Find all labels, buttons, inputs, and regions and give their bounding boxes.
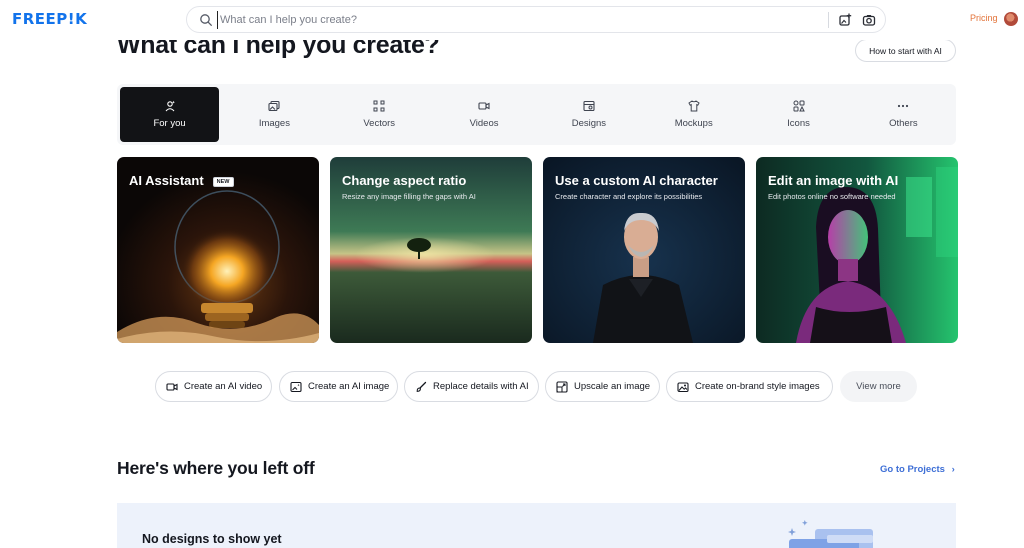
empty-folder-illustration xyxy=(788,520,873,548)
card-subtitle: Edit photos online no software needed xyxy=(768,192,896,201)
tab-label: Vectors xyxy=(363,118,396,129)
ai-image-icon xyxy=(290,381,302,392)
upscale-image-button[interactable]: Upscale an image xyxy=(545,371,660,402)
pill-label: Upscale an image xyxy=(574,381,651,392)
category-tabs: For you Images Vectors Videos Designs Mo… xyxy=(117,84,956,145)
card-title: AI Assistant NEW xyxy=(129,173,234,188)
sparkle-person-icon xyxy=(165,100,175,112)
card-title: Edit an image with AI xyxy=(768,173,899,188)
tab-mockups[interactable]: Mockups xyxy=(644,87,743,142)
replace-details-ai-button[interactable]: Replace details with AI xyxy=(404,371,539,402)
image-upload-icon[interactable] xyxy=(837,12,853,28)
tab-images[interactable]: Images xyxy=(225,87,324,142)
style-image-icon xyxy=(677,381,689,392)
search-input[interactable] xyxy=(217,11,797,29)
tab-vectors[interactable]: Vectors xyxy=(330,87,429,142)
card-custom-ai-character[interactable]: Use a custom AI character Create charact… xyxy=(543,157,745,343)
card-title: Use a custom AI character xyxy=(555,173,718,188)
tab-label: Images xyxy=(258,118,290,129)
designs-icon xyxy=(583,100,595,112)
go-to-projects-label: Go to Projects xyxy=(880,464,945,475)
tab-others[interactable]: Others xyxy=(854,87,953,142)
how-to-start-button[interactable]: How to start with AI xyxy=(855,39,956,62)
card-change-aspect-ratio[interactable]: Change aspect ratio Resize any image fil… xyxy=(330,157,532,343)
pill-label: Create on-brand style images xyxy=(695,381,820,392)
more-dots-icon xyxy=(898,104,909,108)
tab-label: Videos xyxy=(469,118,499,129)
upscale-icon xyxy=(556,380,568,393)
tab-label: For you xyxy=(153,118,186,129)
tab-label: Mockups xyxy=(674,118,713,129)
chevron-right-icon: › xyxy=(951,464,955,475)
search-bar[interactable] xyxy=(186,6,886,33)
mockup-shirt-icon xyxy=(688,100,700,112)
vectors-icon xyxy=(373,100,385,112)
camera-icon[interactable] xyxy=(861,12,877,28)
create-ai-video-button[interactable]: Create an AI video xyxy=(155,371,272,402)
tab-label: Icons xyxy=(787,118,810,129)
user-avatar[interactable] xyxy=(1004,12,1018,26)
card-subtitle: Create character and explore its possibi… xyxy=(555,192,703,201)
tab-icons[interactable]: Icons xyxy=(749,87,848,142)
left-off-title: Here's where you left off xyxy=(117,458,315,478)
new-badge: NEW xyxy=(212,177,234,187)
images-icon xyxy=(268,100,280,112)
video-icon xyxy=(478,102,490,110)
card-ai-assistant[interactable]: AI Assistant NEW xyxy=(117,157,319,343)
tab-label: Others xyxy=(889,118,918,129)
freepik-logo[interactable]: FREEP!K xyxy=(12,10,87,28)
go-to-projects-link[interactable]: Go to Projects › xyxy=(880,464,955,475)
create-on-brand-images-button[interactable]: Create on-brand style images xyxy=(666,371,833,402)
card-subtitle: Resize any image filling the gaps with A… xyxy=(342,192,476,201)
pill-label: Replace details with AI xyxy=(433,381,529,392)
pill-label: Create an AI image xyxy=(308,381,390,392)
icons-grid-icon xyxy=(793,100,805,112)
tab-for-you[interactable]: For you xyxy=(120,87,220,142)
view-more-button[interactable]: View more xyxy=(840,371,917,402)
search-icon xyxy=(200,14,212,26)
card-title-text: AI Assistant xyxy=(129,173,204,188)
tab-label: Designs xyxy=(571,118,607,129)
search-divider xyxy=(828,12,829,28)
empty-projects-panel: No designs to show yet xyxy=(117,503,956,548)
tab-designs[interactable]: Designs xyxy=(539,87,638,142)
pricing-link[interactable]: Pricing xyxy=(970,13,998,23)
card-edit-image-ai[interactable]: Edit an image with AI Edit photos online… xyxy=(756,157,958,343)
tab-videos[interactable]: Videos xyxy=(434,87,533,142)
create-ai-image-button[interactable]: Create an AI image xyxy=(279,371,398,402)
card-title: Change aspect ratio xyxy=(342,173,467,188)
empty-state-text: No designs to show yet xyxy=(142,532,282,546)
top-bar: FREEP!K Pricing xyxy=(0,0,1024,40)
brush-icon xyxy=(416,381,427,392)
video-icon xyxy=(166,382,178,391)
pill-label: Create an AI video xyxy=(184,381,263,392)
